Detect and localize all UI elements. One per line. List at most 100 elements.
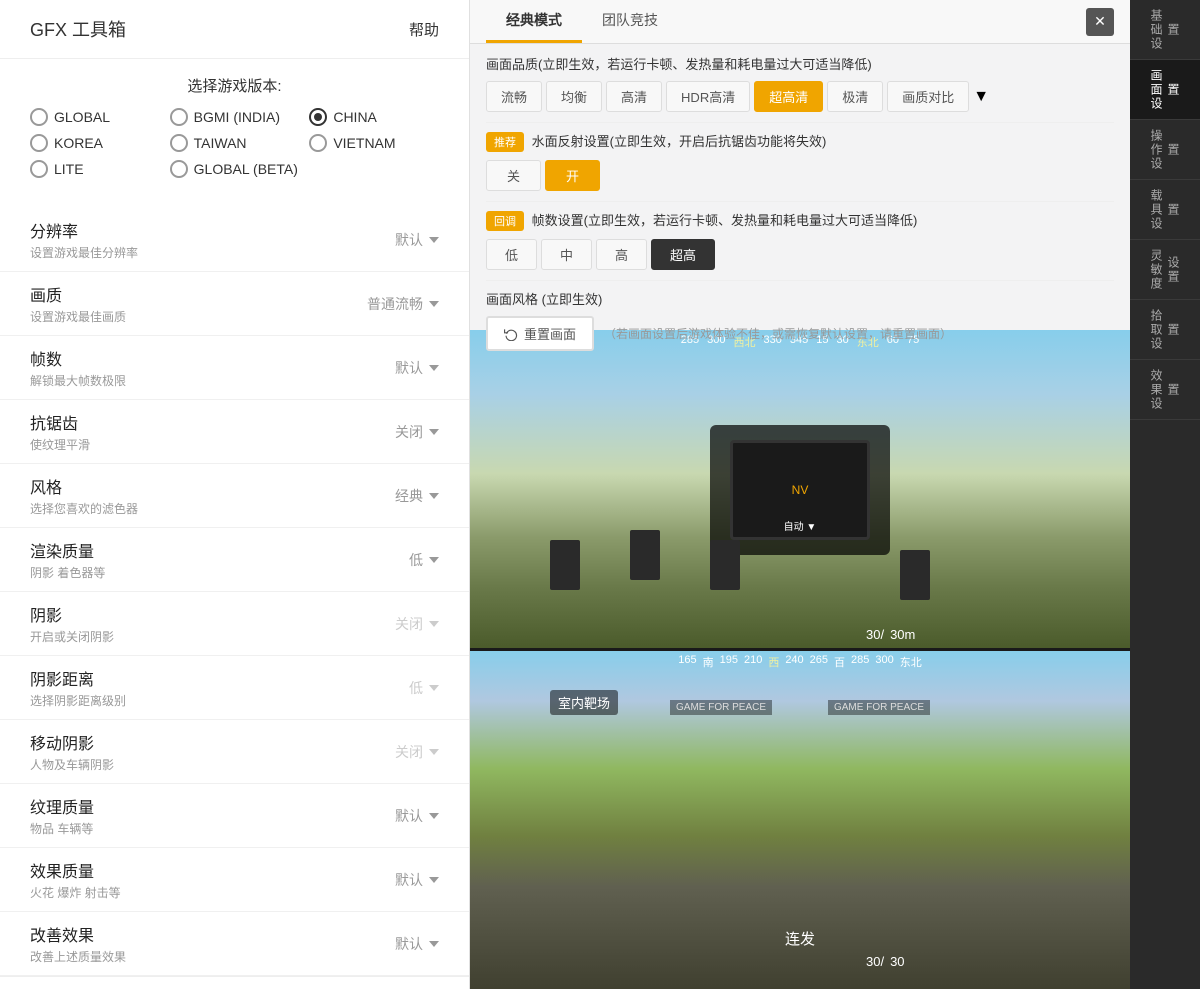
setting-fps-name: 帧数 [30,346,126,370]
scope-inner: NV 自动 ▼ [730,440,870,540]
rsb-pickup[interactable]: 拾取设置 [1130,300,1200,360]
version-bgmi-label: BGMI (INDIA) [194,109,280,125]
qbtn-high[interactable]: 高清 [606,81,662,112]
game-sign-2: GAME FOR PEACE [828,700,930,715]
fps-section: 回调 帧数设置(立即生效，若运行卡顿、发热量和耗电量过大可适当降低) [486,210,1114,231]
radio-bgmi-circle [170,108,188,126]
water-on-btn[interactable]: 开 [545,160,600,191]
setting-shadow-dist[interactable]: 阴影距离 选择阴影距离级别 低 [0,656,469,720]
rsb-operation[interactable]: 操作设置 [1130,120,1200,180]
setting-quality-value: 普通流畅 [367,294,423,314]
qbtn-ultra-hd[interactable]: 超高清 [754,81,823,112]
reset-hint-text: （若画面设置后游戏体验不佳，或需恢复默认设置，请重置画面） [604,325,952,342]
shadow-chevron-icon [429,621,439,627]
game-sign-1: GAME FOR PEACE [670,700,772,715]
shadowdist-chevron-icon [429,685,439,691]
setting-style-name: 风格 [30,474,138,498]
setting-improve-name: 改善效果 [30,922,126,946]
setting-style-value: 经典 [395,486,423,506]
setting-antialias-name: 抗锯齿 [30,410,90,434]
rsb-screen[interactable]: 画面设置 [1130,60,1200,120]
hud-ammo-bottom: 30/30 [866,954,905,969]
rsb-effect[interactable]: 效果设置 [1130,360,1200,420]
rsb-sensitivity[interactable]: 灵敏度设置 [1130,240,1200,300]
rsb-basic[interactable]: 基础设置 [1130,0,1200,60]
setting-resolution-desc: 设置游戏最佳分辨率 [30,244,138,261]
setting-texture-quality[interactable]: 纹理质量 物品 车辆等 默认 [0,784,469,848]
quality-buttons-row: 流畅 均衡 高清 HDR高清 超高清 极清 画质对比 ▼ [486,81,1114,112]
setting-shadow[interactable]: 阴影 开启或关闭阴影 关闭 [0,592,469,656]
version-vietnam[interactable]: VIETNAM [309,134,439,152]
radio-vietnam-circle [309,134,327,152]
version-korea[interactable]: KOREA [30,134,160,152]
fps-chevron-icon [429,365,439,371]
overlay-close-button[interactable]: ✕ [1086,8,1114,36]
reset-screen-button[interactable]: 重置画面 [486,316,594,351]
setting-antialias-value: 关闭 [395,422,423,442]
qbtn-hdr[interactable]: HDR高清 [666,81,750,112]
setting-fps-desc: 解锁最大帧数极限 [30,372,126,389]
overlay-content: 画面品质(立即生效，若运行卡顿、发热量和耗电量过大可适当降低) 流畅 均衡 高清… [470,44,1130,361]
setting-shadowdist-value: 低 [409,678,423,698]
right-panel: NV 自动 ▼ 285300西北3303451530东北6075 30/30m … [470,0,1200,989]
texture-chevron-icon [429,813,439,819]
setting-movingshadow-value: 关闭 [395,742,423,762]
setting-style[interactable]: 风格 选择您喜欢的滤色器 经典 [0,464,469,528]
fps-high-btn[interactable]: 高 [596,239,647,270]
version-china-label: CHINA [333,109,377,125]
radio-taiwan-circle [170,134,188,152]
style-chevron-icon [429,493,439,499]
setting-resolution[interactable]: 分辨率 设置游戏最佳分辨率 默认 [0,208,469,272]
target-silhouette-2 [630,530,660,580]
version-bgmi[interactable]: BGMI (INDIA) [170,108,300,126]
version-global-beta[interactable]: GLOBAL (BETA) [170,160,439,178]
setting-render-quality[interactable]: 渲染质量 阴影 着色器等 低 [0,528,469,592]
version-radio-grid: GLOBAL BGMI (INDIA) CHINA KOREA TAIWAN [30,108,439,178]
tab-team[interactable]: 团队竞技 [582,0,678,43]
qbtn-compare-wrapper: 画质对比 ▼ [887,81,989,112]
resolution-chevron-icon [429,237,439,243]
setting-quality-desc: 设置游戏最佳画质 [30,308,126,325]
setting-antialias-desc: 使纹理平滑 [30,436,90,453]
fps-low-btn[interactable]: 低 [486,239,537,270]
fps-mid-btn[interactable]: 中 [541,239,592,270]
target-silhouette-4 [900,550,930,600]
version-global[interactable]: GLOBAL [30,108,160,126]
overlay-tabs: 经典模式 团队竞技 ✕ [470,0,1130,44]
setting-fps[interactable]: 帧数 解锁最大帧数极限 默认 [0,336,469,400]
radio-lite-circle [30,160,48,178]
setting-movingshadow-name: 移动阴影 [30,730,114,754]
fps-ultra-btn[interactable]: 超高 [651,239,715,270]
version-china[interactable]: CHINA [309,108,439,126]
scope-overlay: NV 自动 ▼ [710,425,890,555]
target-silhouette-3 [710,540,740,590]
setting-resolution-value: 默认 [395,230,423,250]
radio-china-circle [309,108,327,126]
bottom-bar: 应用设定 [0,976,469,989]
radio-korea-circle [30,134,48,152]
game-screen-divider [470,648,1130,651]
game-ui-overlay: 经典模式 团队竞技 ✕ 画面品质(立即生效，若运行卡顿、发热量和耗电量过大可适当… [470,0,1130,330]
version-taiwan[interactable]: TAIWAN [170,134,300,152]
setting-moving-shadow[interactable]: 移动阴影 人物及车辆阴影 关闭 [0,720,469,784]
qbtn-balanced[interactable]: 均衡 [546,81,602,112]
setting-render-name: 渲染质量 [30,538,105,562]
compare-dropdown-icon: ▼ [973,88,989,106]
rsb-weapon[interactable]: 载具设置 [1130,180,1200,240]
setting-improve-effect[interactable]: 改善效果 改善上述质量效果 默认 [0,912,469,976]
hud-compass-bottom: 165南195210西240265百285300东北 [470,654,1130,670]
scope-auto-label: 自动 ▼ [784,518,817,533]
tab-classic[interactable]: 经典模式 [486,0,582,43]
qbtn-extreme[interactable]: 极清 [827,81,883,112]
version-lite[interactable]: LITE [30,160,160,178]
setting-effect-quality[interactable]: 效果质量 火花 爆炸 射击等 默认 [0,848,469,912]
qbtn-smooth[interactable]: 流畅 [486,81,542,112]
help-link[interactable]: 帮助 [409,19,439,40]
setting-anti-alias[interactable]: 抗锯齿 使纹理平滑 关闭 [0,400,469,464]
setting-quality[interactable]: 画质 设置游戏最佳画质 普通流畅 [0,272,469,336]
setting-resolution-name: 分辨率 [30,218,138,242]
water-off-btn[interactable]: 关 [486,160,541,191]
target-silhouette-1 [550,540,580,590]
qbtn-compare[interactable]: 画质对比 [887,81,969,112]
improve-chevron-icon [429,941,439,947]
